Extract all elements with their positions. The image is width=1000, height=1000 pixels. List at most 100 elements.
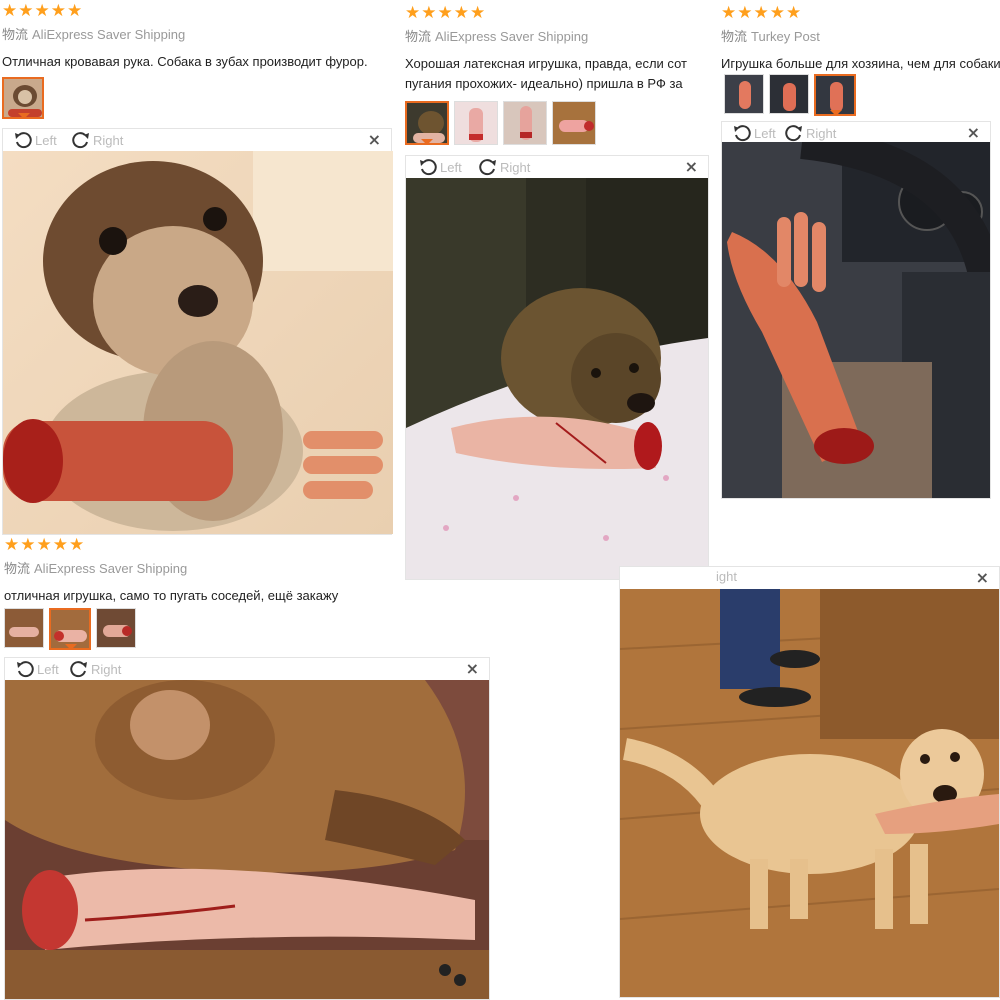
star-icon: ★ bbox=[52, 534, 68, 555]
review-photo bbox=[5, 680, 489, 999]
shipping-label: 物流 bbox=[4, 562, 31, 577]
review-comment: отличная игрушка, само то пугать соседей… bbox=[4, 588, 339, 603]
review-comment: Игрушка больше для хозяина, чем для соба… bbox=[721, 56, 1000, 71]
image-viewer-4: Left Right × bbox=[4, 657, 490, 1000]
viewer-toolbar: Left Right × bbox=[722, 122, 990, 144]
rotate-left-label: Left bbox=[35, 132, 57, 148]
rotate-left-label: Left bbox=[440, 159, 462, 175]
star-rating: ★ ★ ★ ★ ★ bbox=[721, 4, 1000, 22]
rotate-right-button[interactable]: ight bbox=[716, 569, 737, 584]
thumbnail-strip bbox=[724, 74, 856, 116]
shipping-method: Turkey Post bbox=[751, 29, 820, 44]
shipping-method: AliExpress Saver Shipping bbox=[435, 29, 589, 44]
shipping-info: 物流 AliExpress Saver Shipping bbox=[2, 24, 397, 43]
review-photo bbox=[620, 589, 999, 997]
rotate-left-label: Left bbox=[37, 661, 59, 677]
review-photo bbox=[406, 178, 708, 579]
shipping-label: 物流 bbox=[405, 30, 432, 45]
star-rating: ★ ★ ★ ★ ★ bbox=[2, 2, 397, 20]
star-icon: ★ bbox=[50, 0, 66, 21]
close-icon[interactable]: × bbox=[466, 659, 479, 678]
review-1: ★ ★ ★ ★ ★ 物流 AliExpress Saver Shipping Отличн… bbox=[2, 2, 397, 72]
image-viewer-1: Left Right × bbox=[2, 128, 393, 535]
rotate-left-icon bbox=[15, 132, 32, 149]
star-icon: ★ bbox=[67, 0, 83, 21]
star-icon: ★ bbox=[2, 0, 18, 21]
rotate-left-button[interactable]: Left bbox=[13, 131, 57, 149]
close-icon[interactable]: × bbox=[368, 130, 381, 149]
star-icon: ★ bbox=[470, 4, 486, 23]
close-icon[interactable]: × bbox=[976, 568, 989, 587]
shipping-info: 物流 AliExpress Saver Shipping bbox=[405, 26, 710, 45]
thumbnail-4[interactable] bbox=[552, 101, 596, 145]
rotate-right-label: Right bbox=[500, 159, 531, 175]
shipping-info: 物流 Turkey Post bbox=[721, 26, 1000, 45]
review-4: ★ ★ ★ ★ ★ 物流 AliExpress Saver Shipping отличн… bbox=[4, 536, 399, 606]
star-rating: ★ ★ ★ ★ ★ bbox=[4, 536, 399, 554]
review-photo bbox=[3, 151, 393, 534]
rotate-right-button[interactable]: Right bbox=[784, 124, 836, 142]
close-icon[interactable]: × bbox=[967, 123, 980, 142]
star-icon: ★ bbox=[453, 4, 469, 23]
shipping-method: AliExpress Saver Shipping bbox=[32, 27, 186, 42]
thumbnail-2[interactable] bbox=[49, 608, 91, 650]
rotate-right-icon bbox=[72, 132, 89, 149]
thumbnail-strip bbox=[2, 77, 44, 119]
rotate-right-button[interactable]: Right bbox=[71, 131, 123, 149]
image-viewer-3: Left Right × bbox=[721, 121, 991, 499]
viewer-toolbar: ight × bbox=[620, 567, 999, 589]
star-icon: ★ bbox=[405, 4, 421, 23]
shipping-label: 物流 bbox=[721, 30, 748, 45]
thumbnail-1[interactable] bbox=[405, 101, 449, 145]
review-2: ★ ★ ★ ★ ★ 物流 AliExpress Saver Shipping Хороша… bbox=[405, 4, 710, 94]
star-icon: ★ bbox=[721, 2, 737, 23]
thumbnail-strip bbox=[405, 101, 596, 145]
thumbnail-2[interactable] bbox=[769, 74, 809, 114]
rotate-right-icon bbox=[785, 125, 802, 142]
star-icon: ★ bbox=[4, 534, 20, 555]
rotate-left-button[interactable]: Left bbox=[732, 124, 776, 142]
star-icon: ★ bbox=[18, 0, 34, 21]
rotate-left-button[interactable]: Left bbox=[15, 660, 59, 678]
rotate-right-label: ight bbox=[716, 569, 737, 584]
review-comment: Хорошая латексная игрушка, правда, если … bbox=[405, 56, 687, 91]
star-icon: ★ bbox=[421, 4, 437, 23]
thumbnail-3[interactable] bbox=[96, 608, 136, 648]
thumbnail-2[interactable] bbox=[454, 101, 498, 145]
star-icon: ★ bbox=[737, 2, 753, 23]
viewer-toolbar: Left Right × bbox=[5, 658, 489, 680]
rotate-right-label: Right bbox=[806, 125, 837, 141]
star-icon: ★ bbox=[69, 534, 85, 555]
image-viewer-5: ight × bbox=[619, 566, 1000, 998]
shipping-method: AliExpress Saver Shipping bbox=[34, 561, 188, 576]
rotate-left-icon bbox=[420, 159, 437, 176]
thumbnail-1[interactable] bbox=[2, 77, 44, 119]
image-viewer-2: Left Right × bbox=[405, 155, 709, 580]
star-icon: ★ bbox=[437, 4, 453, 23]
thumbnail-3[interactable] bbox=[503, 101, 547, 145]
star-icon: ★ bbox=[753, 2, 769, 23]
rotate-right-button[interactable]: Right bbox=[69, 660, 121, 678]
review-comment: Отличная кровавая рука. Собака в зубах п… bbox=[2, 54, 368, 69]
close-icon[interactable]: × bbox=[685, 157, 698, 176]
star-icon: ★ bbox=[769, 2, 785, 23]
rotate-left-icon bbox=[734, 125, 751, 142]
thumbnail-3[interactable] bbox=[814, 74, 856, 116]
rotate-left-button[interactable]: Left bbox=[418, 158, 462, 176]
star-icon: ★ bbox=[786, 2, 802, 23]
star-rating: ★ ★ ★ ★ ★ bbox=[405, 4, 710, 22]
thumbnail-1[interactable] bbox=[724, 74, 764, 114]
thumbnail-1[interactable] bbox=[4, 608, 44, 648]
viewer-toolbar: Left Right × bbox=[3, 129, 391, 151]
star-icon: ★ bbox=[20, 534, 36, 555]
thumbnail-strip bbox=[4, 608, 136, 650]
review-3: ★ ★ ★ ★ ★ 物流 Turkey Post Игрушка больше для х… bbox=[721, 4, 1000, 74]
star-icon: ★ bbox=[36, 534, 52, 555]
star-icon: ★ bbox=[34, 0, 50, 21]
rotate-right-label: Right bbox=[91, 661, 122, 677]
review-photo bbox=[722, 142, 990, 498]
rotate-right-button[interactable]: Right bbox=[478, 158, 530, 176]
rotate-right-icon bbox=[70, 661, 87, 678]
shipping-label: 物流 bbox=[2, 28, 29, 43]
rotate-left-label: Left bbox=[754, 125, 776, 141]
